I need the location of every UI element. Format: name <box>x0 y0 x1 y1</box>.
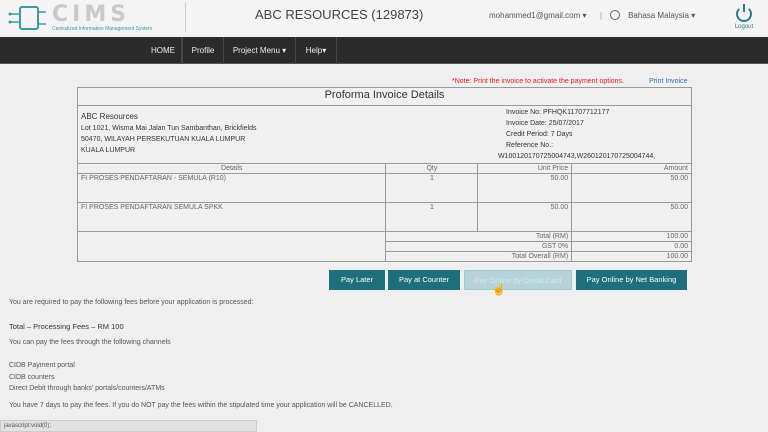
reference-numbers: W100120170725004743,W260120170725004744, <box>498 153 656 160</box>
print-invoice-link[interactable]: Print Invoice <box>649 78 688 85</box>
item-amount: 50.00 <box>571 173 692 203</box>
table-row: FI PROSES PENDAFTARAN - SEMULA (R10) 1 50.… <box>76 173 692 203</box>
gst-label: GST 0% <box>385 241 573 252</box>
logo-text: CIMS <box>52 2 131 27</box>
table-row: FI PROSES PENDAFTARAN SEMULA SPKK 1 50.00 5… <box>76 202 692 232</box>
invoice-date: Invoice Date: 25/07/2017 <box>506 120 584 127</box>
payment-instruction: You are required to pay the following fe… <box>9 299 254 306</box>
nav-home[interactable]: HOME <box>145 37 182 64</box>
logout-label: Logout <box>734 24 754 30</box>
main-nav: HOME Profile Project Menu ▾ Help▾ <box>0 37 768 64</box>
pay-credit-card-button[interactable]: Pay Online by Credit Card <box>464 270 572 290</box>
nav-profile[interactable]: Profile <box>182 37 224 64</box>
total-fees: Total – Processing Fees – RM 100 <box>9 322 124 331</box>
total-row: Total (RM) 100.00 <box>76 231 692 262</box>
channels-intro: You can pay the fees through the followi… <box>9 339 171 346</box>
pay-at-counter-button[interactable]: Pay at Counter <box>388 270 460 290</box>
table-header: Details Qty Unit Price Amount <box>76 163 692 174</box>
overall-label: Total Overall (RM) <box>385 251 573 262</box>
col-unit-price: Unit Price <box>477 163 573 174</box>
invoice-table: Proforma Invoice Details ABC Resources L… <box>76 87 692 262</box>
col-details: Details <box>76 163 387 174</box>
item-unit-price: 50.00 <box>477 173 573 203</box>
gst-value: 0.00 <box>571 241 692 252</box>
user-menu[interactable]: mohammed1@gmail.com ▾ <box>489 11 587 20</box>
pay-net-banking-button[interactable]: Pay Online by Net Banking <box>576 270 687 290</box>
power-icon <box>736 4 752 22</box>
address-line: 50470, WILAYAH PERSEKUTUAN KUALA LUMPUR <box>81 136 246 143</box>
reference-label: Reference No.: <box>506 142 554 149</box>
overall-value: 100.00 <box>571 251 692 262</box>
deadline-warning: You have 7 days to pay the fees. If you … <box>9 402 393 409</box>
hand-cursor-icon: ☝ <box>492 284 506 296</box>
credit-period: Credit Period: 7 Days <box>506 131 573 138</box>
circuit-logo-icon <box>8 6 46 30</box>
item-amount: 50.00 <box>571 202 692 232</box>
pay-later-button[interactable]: Pay Later <box>329 270 385 290</box>
col-amount: Amount <box>571 163 692 174</box>
item-qty: 1 <box>385 173 479 203</box>
nav-help[interactable]: Help▾ <box>296 37 337 64</box>
total-label: Total (RM) <box>385 231 573 242</box>
logo-subtitle: Centralized Information Management Syste… <box>52 26 153 32</box>
item-unit-price: 50.00 <box>477 202 573 232</box>
blank-cell <box>76 231 387 262</box>
divider <box>185 2 186 32</box>
address-line: Lot 1021, Wisma Mai Jalan Tun Sambanthan… <box>81 125 257 132</box>
invoice-info: ABC Resources Lot 1021, Wisma Mai Jalan … <box>77 105 692 164</box>
nav-project-menu[interactable]: Project Menu ▾ <box>224 37 296 64</box>
language-menu[interactable]: | Bahasa Malaysia ▾ <box>600 10 695 20</box>
company-title: ABC RESOURCES (129873) <box>255 7 424 22</box>
address-line: KUALA LUMPUR <box>81 147 136 154</box>
company-name: ABC Resources <box>81 112 138 121</box>
item-details: FI PROSES PENDAFTARAN - SEMULA (R10) <box>76 173 387 203</box>
cims-logo[interactable]: CIMS Centralized Information Management … <box>8 2 183 34</box>
logout-button[interactable]: Logout <box>728 4 760 30</box>
channel-item: CIDB Payment portal <box>9 362 75 369</box>
col-qty: Qty <box>385 163 479 174</box>
header: CIMS Centralized Information Management … <box>0 0 768 37</box>
item-qty: 1 <box>385 202 479 232</box>
channel-item: CIDB counters <box>9 374 55 381</box>
invoice-number: Invoice No: PFHQK11707712177 <box>506 109 610 116</box>
globe-icon <box>610 10 621 20</box>
invoice-title: Proforma Invoice Details <box>77 87 692 106</box>
item-details: FI PROSES PENDAFTARAN SEMULA SPKK <box>76 202 387 232</box>
print-note: *Note: Print the invoice to activate the… <box>452 78 624 85</box>
language-label: Bahasa Malaysia ▾ <box>628 10 696 20</box>
browser-status-bar: javascript:void(0); <box>0 420 257 432</box>
total-value: 100.00 <box>571 231 692 242</box>
channel-item: Direct Debit through banks' portals/coun… <box>9 385 165 392</box>
